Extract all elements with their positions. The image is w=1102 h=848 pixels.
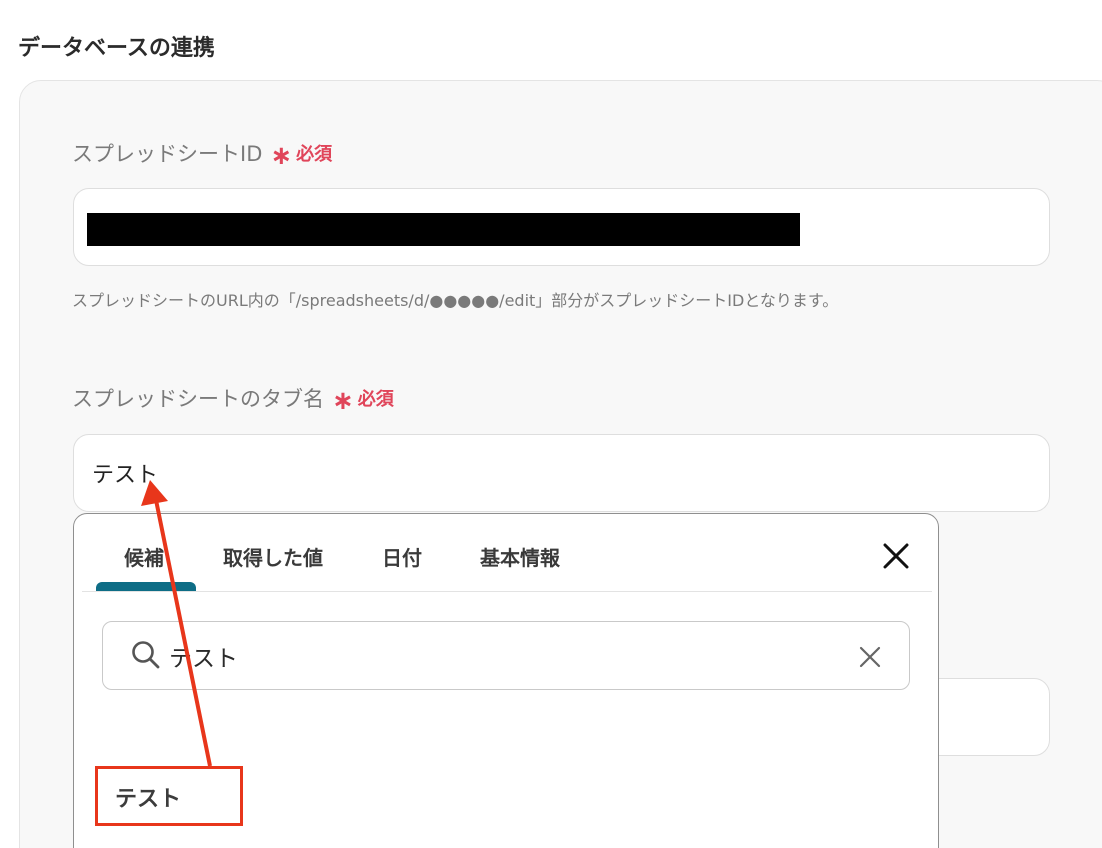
search-input[interactable] xyxy=(169,636,849,676)
required-text: 必須 xyxy=(357,389,394,410)
tab-fetched-values[interactable]: 取得した値 xyxy=(223,542,323,571)
required-asterisk: ∗ xyxy=(332,386,354,416)
spreadsheet-id-input[interactable] xyxy=(73,188,1050,266)
page: データベースの連携 スプレッドシートID ∗ 必須 スプレッドシートのURL内の… xyxy=(0,0,1102,848)
required-text: 必須 xyxy=(296,144,333,165)
popover-tabs: 候補 取得した値 日付 基本情報 xyxy=(74,514,938,592)
search-icon xyxy=(131,640,161,670)
tab-basic-info[interactable]: 基本情報 xyxy=(480,542,560,571)
spreadsheet-id-help: スプレッドシートのURL内の「/spreadsheets/d/●●●●●/edi… xyxy=(72,291,839,310)
tab-divider xyxy=(82,591,932,592)
spreadsheet-id-label-text: スプレッドシートID xyxy=(72,142,263,166)
redacted-value xyxy=(87,213,800,246)
tab-name-label: スプレッドシートのタブ名 ∗ 必須 xyxy=(72,383,394,416)
tab-candidates[interactable]: 候補 xyxy=(124,542,164,571)
tab-name-input[interactable]: テスト xyxy=(73,434,1050,512)
tab-name-label-text: スプレッドシートのタブ名 xyxy=(72,387,324,411)
spreadsheet-id-label: スプレッドシートID ∗ 必須 xyxy=(72,138,333,171)
highlight-box xyxy=(95,766,243,826)
required-asterisk: ∗ xyxy=(270,141,293,171)
value-picker-popover: 候補 取得した値 日付 基本情報 テスト テスト xyxy=(73,513,939,848)
section-title: データベースの連携 xyxy=(18,36,215,61)
tab-name-value: テスト xyxy=(92,463,159,488)
tab-date[interactable]: 日付 xyxy=(382,542,422,571)
close-icon[interactable] xyxy=(880,540,912,572)
clear-icon[interactable] xyxy=(859,646,881,668)
search-field[interactable] xyxy=(102,621,910,690)
